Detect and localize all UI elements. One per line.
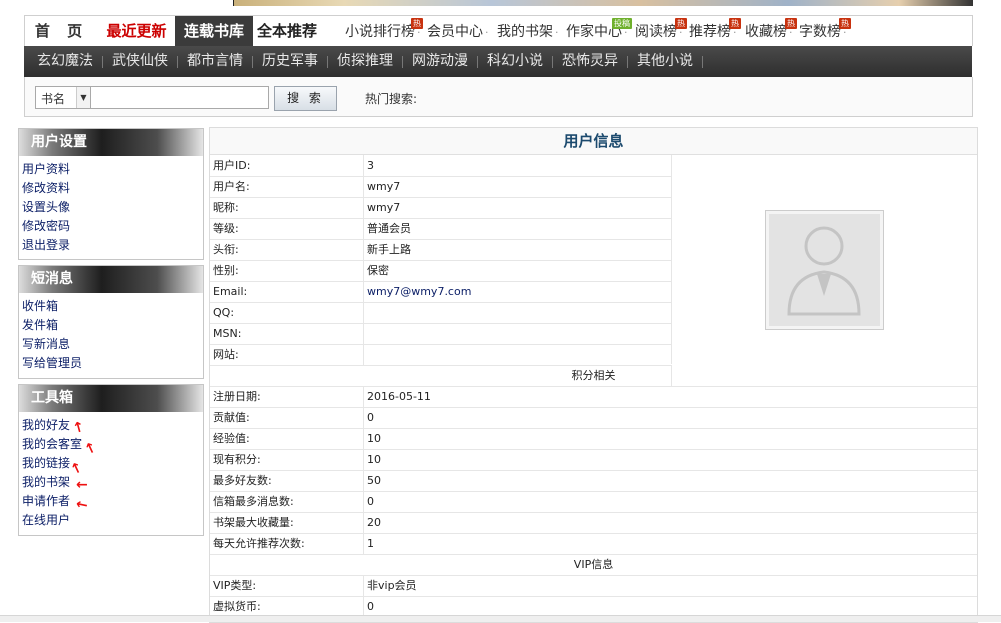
nav-link-recommend-rank[interactable]: 推荐榜 · 热 <box>689 18 741 41</box>
column-divider <box>671 155 672 364</box>
chevron-down-icon[interactable]: ▼ <box>76 87 90 108</box>
nav-home[interactable]: 首 页 <box>25 16 98 47</box>
search-type-value: 书名 <box>41 92 66 106</box>
sidebar-item-profile[interactable]: 用户资料 <box>22 160 203 179</box>
sidebar-item-new-message[interactable]: 写新消息 <box>22 335 203 354</box>
table-row: 最多好友数: 50 <box>210 470 977 492</box>
sidebar-item-inbox[interactable]: 收件箱 <box>22 297 203 316</box>
category-divider <box>402 56 403 68</box>
category-game[interactable]: 网游动漫 <box>412 46 468 77</box>
search-button[interactable]: 搜 索 <box>274 86 337 111</box>
hot-badge: 热 <box>675 18 687 29</box>
toolbox-panel: 工具箱 我的好友 我的会客室 我的链接 我的书架 申请作者 在线用户 <box>18 384 204 536</box>
table-row: 现有积分: 10 <box>210 449 977 471</box>
hot-badge: 热 <box>729 18 741 29</box>
table-row: 信箱最多消息数: 0 <box>210 491 977 513</box>
category-urban[interactable]: 都市言情 <box>187 46 243 77</box>
table-row: QQ: <box>210 302 671 324</box>
sidebar-item-logout[interactable]: 退出登录 <box>22 236 203 255</box>
submit-badge: 投稿 <box>612 18 632 29</box>
table-row: 性别: 保密 <box>210 260 671 282</box>
category-bar: 玄幻魔法 武侠仙侠 都市言情 历史军事 侦探推理 网游动漫 科幻小说 恐怖灵异 … <box>24 46 972 77</box>
nav-link-author[interactable]: 作家中心 · 投稿 <box>566 18 632 41</box>
sidebar-item-online-users[interactable]: 在线用户 <box>22 511 203 530</box>
table-row: 用户名: wmy7 <box>210 176 671 198</box>
page-title: 用户信息 <box>210 128 977 155</box>
panel-title: 工具箱 <box>19 385 203 412</box>
table-row: 头衔: 新手上路 <box>210 239 671 261</box>
nav-link-bookshelf[interactable]: 我的书架 · <box>497 21 559 41</box>
hot-badge: 热 <box>785 18 797 29</box>
category-scifi[interactable]: 科幻小说 <box>487 46 543 77</box>
avatar <box>765 210 884 330</box>
category-history[interactable]: 历史军事 <box>262 46 318 77</box>
category-divider <box>252 56 253 68</box>
table-row: MSN: <box>210 323 671 345</box>
category-other[interactable]: 其他小说 <box>637 46 693 77</box>
table-row: 网站: <box>210 344 671 366</box>
table-row: VIP类型: 非vip会员 <box>210 575 977 597</box>
messages-panel: 短消息 收件箱 发件箱 写新消息 写给管理员 <box>18 265 204 379</box>
search-type-select[interactable]: 书名 ▼ <box>35 86 91 109</box>
category-divider <box>702 56 703 68</box>
category-divider <box>552 56 553 68</box>
table-row: 每天允许推荐次数: 1 <box>210 533 977 555</box>
panel-title: 用户设置 <box>19 129 203 156</box>
category-wuxia[interactable]: 武侠仙侠 <box>112 46 168 77</box>
hot-search-label: 热门搜索: <box>365 92 418 106</box>
category-horror[interactable]: 恐怖灵异 <box>562 46 618 77</box>
table-row: 书架最大收藏量: 20 <box>210 512 977 534</box>
table-row: 注册日期: 2016-05-11 <box>210 386 977 408</box>
nav-link-member[interactable]: 会员中心 · <box>427 21 489 41</box>
red-arrow-annotation: ← <box>76 477 88 493</box>
user-settings-panel: 用户设置 用户资料 修改资料 设置头像 修改密码 退出登录 <box>18 128 204 260</box>
table-row: Email: wmy7@wmy7.com <box>210 281 671 303</box>
hot-badge: 热 <box>411 18 423 29</box>
nav-link-collect-rank[interactable]: 收藏榜 · 热 <box>745 18 797 41</box>
top-banner-image <box>233 0 973 6</box>
user-info-table: 用户信息 用户ID: 3 用户名: wmy7 昵称: wmy7 等级: 普通会员 头衔:… <box>209 127 978 623</box>
banner-edge <box>233 0 234 6</box>
sidebar-item-bookshelf[interactable]: 我的书架 <box>22 473 203 492</box>
sidebar-item-message-admin[interactable]: 写给管理员 <box>22 354 203 373</box>
sidebar-item-set-avatar[interactable]: 设置头像 <box>22 198 203 217</box>
hot-badge: 热 <box>839 18 851 29</box>
category-divider <box>477 56 478 68</box>
table-row: 昵称: wmy7 <box>210 197 671 219</box>
main-nav: 首 页 最近更新 连载书库 全本推荐 小说排行榜 · 热 会员中心 · 我的书架 · 作… <box>24 15 973 47</box>
email-link[interactable]: wmy7@wmy7.com <box>367 281 471 302</box>
category-divider <box>627 56 628 68</box>
nav-link-rank[interactable]: 小说排行榜 · 热 <box>345 18 423 41</box>
nav-completed-recommend[interactable]: 全本推荐 <box>253 16 321 47</box>
nav-link-read-rank[interactable]: 阅读榜 · 热 <box>635 18 687 41</box>
section-header-points: 积分相关 <box>210 365 977 387</box>
section-header-vip: VIP信息 <box>210 554 977 576</box>
nav-link-words-rank[interactable]: 字数榜 · 热 <box>799 18 851 41</box>
sidebar-item-edit-profile[interactable]: 修改资料 <box>22 179 203 198</box>
sidebar-item-apply-author[interactable]: 申请作者 <box>22 492 203 511</box>
default-user-avatar-icon <box>787 226 861 316</box>
category-fantasy[interactable]: 玄幻魔法 <box>37 46 93 77</box>
table-row: 等级: 普通会员 <box>210 218 671 240</box>
category-divider <box>102 56 103 68</box>
search-bar: 书名 ▼ 搜 索 热门搜索: <box>24 77 973 117</box>
category-detective[interactable]: 侦探推理 <box>337 46 393 77</box>
search-input[interactable] <box>90 86 269 109</box>
table-row: 贡献值: 0 <box>210 407 977 429</box>
nav-latest-updates[interactable]: 最近更新 <box>98 16 175 47</box>
table-row: 经验值: 10 <box>210 428 977 450</box>
category-divider <box>177 56 178 68</box>
table-row: 用户ID: 3 <box>210 155 671 177</box>
sidebar-item-change-password[interactable]: 修改密码 <box>22 217 203 236</box>
category-divider <box>327 56 328 68</box>
sidebar-item-outbox[interactable]: 发件箱 <box>22 316 203 335</box>
nav-serial-library[interactable]: 连载书库 <box>175 16 253 47</box>
sidebar-item-friends[interactable]: 我的好友 <box>22 416 203 435</box>
sidebar-item-parlor[interactable]: 我的会客室 <box>22 435 203 454</box>
panel-title: 短消息 <box>19 266 203 293</box>
sidebar-item-links[interactable]: 我的链接 <box>22 454 203 473</box>
